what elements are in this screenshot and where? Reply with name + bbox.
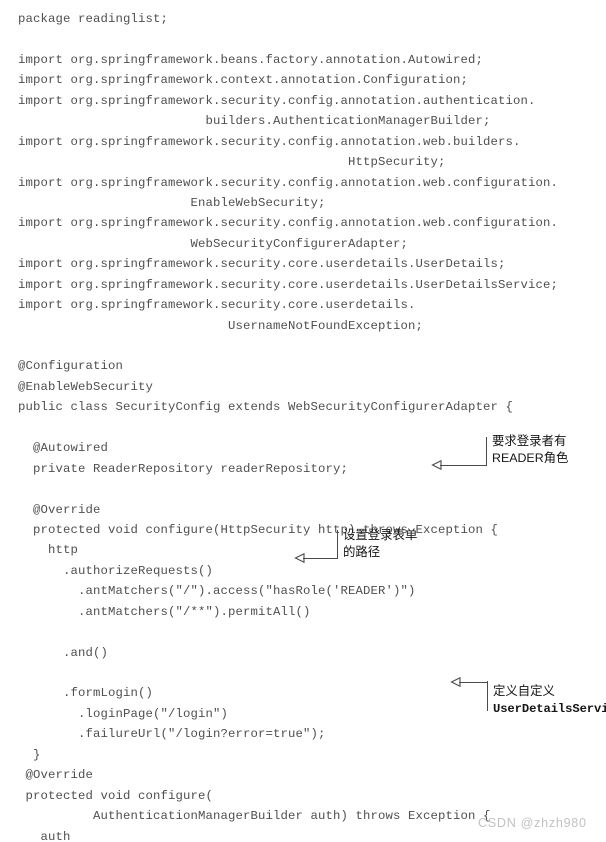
annotation-login-path-line1: 设置登录表单 — [343, 528, 418, 542]
code-listing-page: package readinglist; import org.springfr… — [0, 0, 606, 842]
annotation-userdetailsservice-line2: UserDetailsService — [493, 702, 606, 717]
code-line: HttpSecurity; — [18, 155, 446, 170]
code-line: UsernameNotFoundException; — [18, 318, 423, 333]
code-line: @Configuration — [18, 359, 123, 374]
annotation-reader-role-leader-line — [440, 464, 487, 466]
annotation-login-path-line2: 的路径 — [343, 545, 381, 560]
code-line: } — [18, 747, 41, 762]
annotation-login-path-leader-line — [303, 557, 338, 559]
annotation-reader-role-line2: READER角色 — [492, 451, 569, 466]
code-line: WebSecurityConfigurerAdapter; — [18, 236, 408, 251]
code-line: import org.springframework.security.core… — [18, 277, 558, 292]
code-line: protected void configure( — [18, 788, 213, 803]
annotation-reader-role-line1: 要求登录者有 — [492, 434, 567, 448]
code-line: .antMatchers("/**").permitAll() — [18, 604, 311, 619]
code-line: .and() — [18, 645, 108, 660]
code-line: .failureUrl("/login?error=true"); — [18, 727, 326, 742]
annotation-reader-role-text: 要求登录者有 READER角色 — [492, 433, 568, 467]
code-line: import org.springframework.context.annot… — [18, 73, 468, 88]
annotation-userdetailsservice-leader-line — [459, 681, 488, 683]
code-line: import org.springframework.beans.factory… — [18, 52, 483, 67]
annotation-userdetailsservice-text: 定义自定义 UserDetailsService — [493, 683, 606, 718]
code-line: package readinglist; — [18, 12, 168, 26]
annotation-userdetailsservice-line1: 定义自定义 — [493, 684, 555, 698]
annotation-userdetailsservice-bracket — [487, 681, 489, 711]
annotation-login-path-bracket — [337, 530, 339, 559]
code-line: import org.springframework.security.conf… — [18, 216, 558, 231]
annotation-login-path-text: 设置登录表单 的路径 — [343, 527, 417, 561]
annotation-reader-role-bracket — [486, 437, 488, 466]
code-line: import org.springframework.security.core… — [18, 298, 416, 313]
code-line: protected void configure(HttpSecurity ht… — [18, 522, 498, 537]
code-line: import org.springframework.security.conf… — [18, 175, 558, 190]
code-line: import org.springframework.security.conf… — [18, 93, 536, 108]
code-line: EnableWebSecurity; — [18, 195, 326, 210]
code-line: import org.springframework.security.conf… — [18, 134, 521, 149]
code-line: .antMatchers("/").access("hasRole('READE… — [18, 584, 416, 599]
code-line: import org.springframework.security.core… — [18, 257, 506, 272]
code-line: builders.AuthenticationManagerBuilder; — [18, 114, 491, 129]
code-line: @EnableWebSecurity — [18, 379, 153, 394]
code-line: public class SecurityConfig extends WebS… — [18, 400, 513, 415]
code-line: @Override — [18, 502, 101, 517]
code-line: @Override — [18, 768, 93, 783]
csdn-watermark: CSDN @zhzh980 — [478, 816, 587, 830]
